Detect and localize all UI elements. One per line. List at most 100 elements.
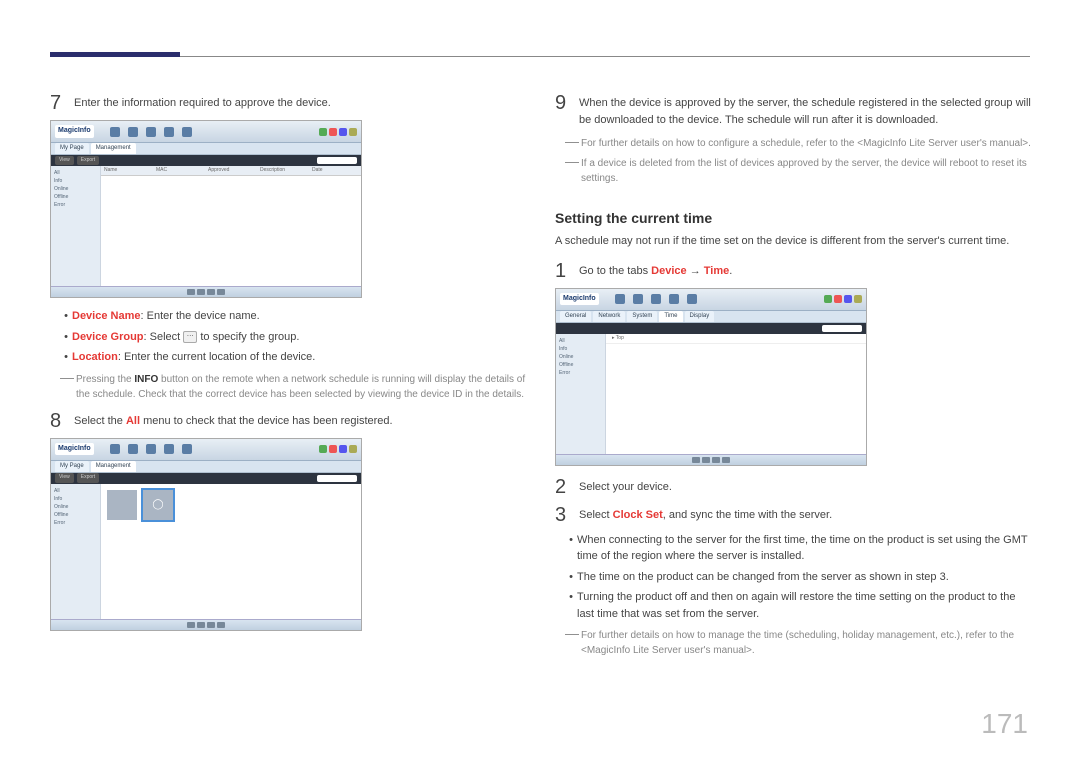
nav-icon (669, 294, 679, 304)
column-header: Name (101, 166, 153, 175)
screenshot-approve-device: MagicInfo My Page Management View Export (50, 120, 362, 298)
pager-button (692, 457, 700, 463)
note-info-button: ― Pressing the INFO button on the remote… (60, 370, 530, 402)
step-3: 3 Select Clock Set, and sync the time wi… (555, 504, 1035, 526)
bullet-text: Turning the product off and then on agai… (577, 589, 1035, 622)
footer-bar (51, 619, 361, 630)
section-subtitle: A schedule may not run if the time set o… (555, 233, 1035, 250)
field-bullet-list: • Device Name: Enter the device name. • … (60, 308, 530, 366)
step-number: 7 (50, 92, 74, 114)
text-fragment: menu to check that the device has been r… (140, 415, 393, 427)
section-title: Setting the current time (555, 208, 1035, 229)
sidebar-item: All (54, 487, 97, 495)
tab-device: Device (651, 265, 686, 277)
status-badge (854, 295, 862, 303)
column-header: Date (309, 166, 361, 175)
toolbar-button: View (55, 156, 74, 166)
bullet-device-name: • Device Name: Enter the device name. (60, 308, 530, 325)
step-text: When the device is approved by the serve… (579, 92, 1035, 128)
pager-button (207, 622, 215, 628)
column-header: Description (257, 166, 309, 175)
header-decoration (50, 52, 1030, 58)
step-number: 3 (555, 504, 579, 526)
app-body: All Info Online Offline Error Name MAC A… (51, 166, 361, 286)
bullet-text: The time on the product can be changed f… (577, 569, 949, 586)
toolbar (556, 323, 866, 334)
sub-tabbar: My Page Management (51, 143, 361, 155)
bullet-gmt: • When connecting to the server for the … (565, 532, 1035, 565)
left-column: 7 Enter the information required to appr… (50, 92, 530, 641)
note-schedule-manual: ― For further details on how to configur… (565, 134, 1035, 151)
header-divider (180, 56, 1030, 57)
field-label: Location (72, 351, 118, 363)
field-label: Device Group (72, 331, 144, 343)
clock-set-label: Clock Set (613, 509, 663, 521)
sidebar-item: Online (54, 503, 97, 511)
column-header: Approved (205, 166, 257, 175)
status-badge (339, 128, 347, 136)
pager-button (702, 457, 710, 463)
top-nav-icons (615, 294, 697, 304)
sidebar: All Info Online Offline Error (51, 484, 101, 619)
sidebar-item: Offline (54, 193, 97, 201)
nav-icon (128, 127, 138, 137)
nav-icon (182, 444, 192, 454)
sidebar-item: Offline (54, 511, 97, 519)
status-badge (844, 295, 852, 303)
nav-icon (615, 294, 625, 304)
column-header: MAC (153, 166, 205, 175)
note-text: If a device is deleted from the list of … (581, 154, 1035, 186)
status-badges (319, 445, 357, 453)
step-7: 7 Enter the information required to appr… (50, 92, 530, 114)
step-text: Select Clock Set, and sync the time with… (579, 504, 1035, 526)
circle-icon: ◯ (152, 497, 163, 512)
dash-icon: ― (565, 154, 581, 186)
step-number: 8 (50, 410, 74, 432)
step-number: 2 (555, 476, 579, 498)
nav-icon (146, 127, 156, 137)
browse-group-icon: ⋯ (183, 331, 197, 343)
step-number: 1 (555, 260, 579, 282)
search-field (317, 157, 357, 164)
app-body: All Info Online Offline Error ◯ (51, 484, 361, 619)
note-text: For further details on how to configure … (581, 134, 1035, 151)
main-panel: ▸ Top (606, 334, 866, 454)
header-accent (50, 52, 180, 57)
step-1: 1 Go to the tabs Device → Time. (555, 260, 1035, 282)
sidebar-item: Info (559, 345, 602, 353)
nav-icon (164, 444, 174, 454)
bullet-text: Device Name: Enter the device name. (72, 308, 260, 325)
step-text: Go to the tabs Device → Time. (579, 260, 1035, 282)
sidebar-item: All (54, 169, 97, 177)
field-desc: : Select (144, 331, 184, 343)
bullet-text: When connecting to the server for the fi… (577, 532, 1035, 565)
bullet-text: Device Group: Select ⋯ to specify the gr… (72, 329, 299, 346)
search-field (822, 325, 862, 332)
bullet-text: Location: Enter the current location of … (72, 349, 315, 366)
status-badge (329, 128, 337, 136)
tab: My Page (55, 461, 89, 472)
status-badge (319, 128, 327, 136)
bullet-restore-time: • Turning the product off and then on ag… (565, 589, 1035, 622)
sidebar-item: Online (54, 185, 97, 193)
sidebar-item: Error (54, 201, 97, 209)
sidebar: All Info Online Offline Error (51, 166, 101, 286)
screenshot-time-tab: MagicInfo General Network System Time Di… (555, 288, 867, 466)
sidebar-item: Offline (559, 361, 602, 369)
sub-tabbar: General Network System Time Display (556, 311, 866, 323)
bullet-marker: • (565, 569, 577, 586)
field-desc: : Enter the device name. (141, 310, 260, 322)
pager-button (712, 457, 720, 463)
toolbar-button: View (55, 473, 74, 483)
table-header: Name MAC Approved Description Date (101, 166, 361, 176)
sidebar: All Info Online Offline Error (556, 334, 606, 454)
text-fragment: . (729, 265, 732, 277)
app-body: All Info Online Offline Error ▸ Top (556, 334, 866, 454)
toolbar-button: Export (77, 156, 99, 166)
pager-button (197, 289, 205, 295)
toolbar: View Export (51, 155, 361, 166)
step-9: 9 When the device is approved by the ser… (555, 92, 1035, 128)
search-field (317, 475, 357, 482)
time-notes-list: • When connecting to the server for the … (565, 532, 1035, 623)
status-badge (329, 445, 337, 453)
